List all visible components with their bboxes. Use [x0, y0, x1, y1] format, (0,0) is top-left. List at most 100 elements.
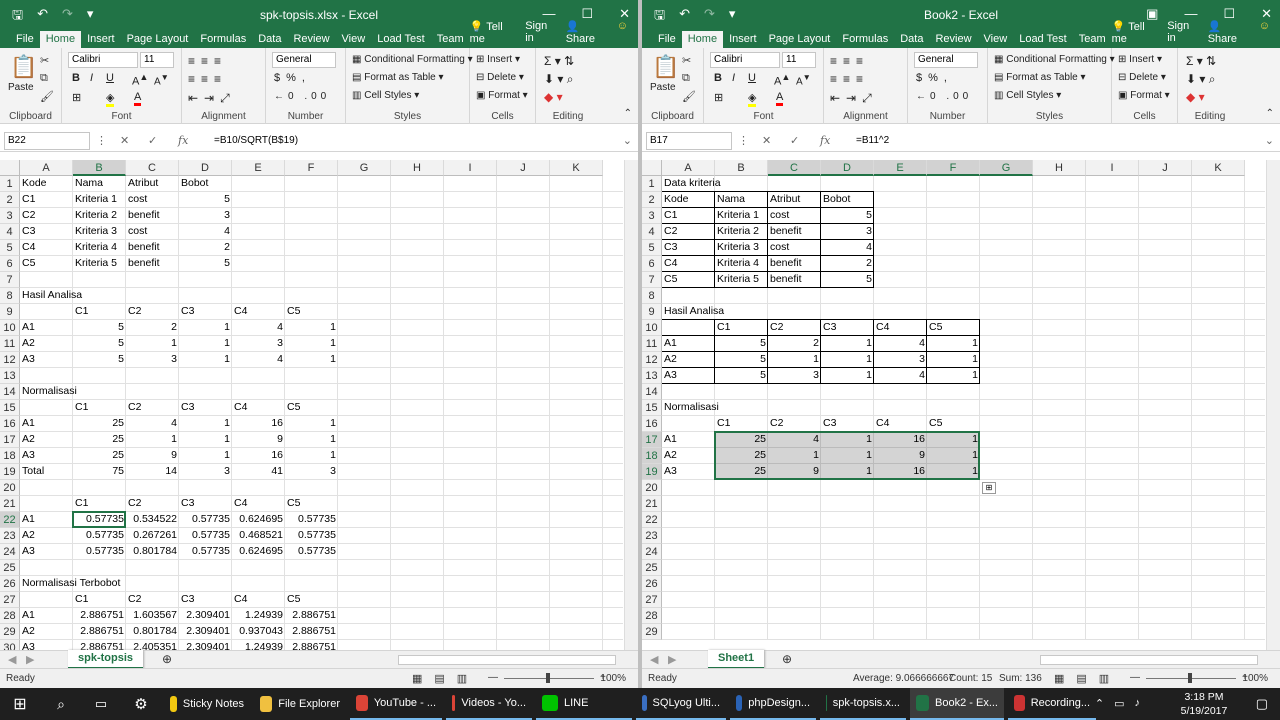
cell[interactable] [715, 608, 768, 624]
font-color-icon[interactable]: A [134, 91, 142, 106]
cell[interactable]: 1 [179, 352, 232, 368]
smiley-icon[interactable]: ☺ [1259, 20, 1270, 45]
delete-button[interactable]: ⊟ Delete ▾ [476, 72, 524, 83]
zoom-level[interactable]: 100% [1242, 673, 1268, 684]
row-header[interactable]: 11 [642, 336, 662, 352]
cell[interactable] [821, 384, 874, 400]
volume-icon[interactable]: ♪ [1135, 697, 1141, 710]
tab-view[interactable]: View [978, 31, 1014, 48]
cell[interactable] [821, 496, 874, 512]
cell[interactable] [179, 288, 232, 304]
row-header[interactable]: 6 [642, 256, 662, 272]
cell[interactable] [715, 528, 768, 544]
font-size-select[interactable]: 11 [782, 52, 816, 68]
cell[interactable]: 5 [821, 208, 874, 224]
copy-icon[interactable]: ⧉ [40, 72, 48, 85]
row-header[interactable]: 21 [0, 496, 20, 512]
cell[interactable]: C5 [285, 400, 338, 416]
cell[interactable] [662, 592, 715, 608]
row-header[interactable]: 17 [0, 432, 20, 448]
cell[interactable]: Kriteria 1 [715, 208, 768, 224]
expand-formula-icon[interactable]: ⌄ [623, 134, 632, 147]
cell[interactable]: 5 [73, 320, 126, 336]
cell[interactable] [874, 304, 927, 320]
cell[interactable]: benefit [768, 256, 821, 272]
cut-icon[interactable]: ✂ [40, 54, 49, 67]
cell[interactable] [927, 528, 980, 544]
cell[interactable] [662, 480, 715, 496]
cell[interactable] [821, 592, 874, 608]
cell[interactable]: 0.57735 [179, 512, 232, 528]
cell[interactable] [768, 560, 821, 576]
cell[interactable]: C1 [715, 320, 768, 336]
row-header[interactable]: 9 [0, 304, 20, 320]
cell[interactable] [874, 496, 927, 512]
cell[interactable]: 0.57735 [73, 528, 126, 544]
cell[interactable] [874, 480, 927, 496]
row-header[interactable]: 24 [0, 544, 20, 560]
cell[interactable] [20, 272, 73, 288]
network-icon[interactable]: ▭ [1114, 697, 1124, 710]
cell[interactable] [232, 256, 285, 272]
cell[interactable]: benefit [126, 208, 179, 224]
cell[interactable]: 1 [126, 432, 179, 448]
row-header[interactable]: 16 [0, 416, 20, 432]
cell[interactable]: 4 [126, 416, 179, 432]
cell[interactable]: C5 [285, 304, 338, 320]
cell[interactable]: A2 [662, 448, 715, 464]
paste-button[interactable]: Paste [8, 82, 34, 93]
cell[interactable] [232, 224, 285, 240]
cell[interactable]: 0.534522 [126, 512, 179, 528]
cell[interactable] [232, 272, 285, 288]
row-header[interactable]: 18 [642, 448, 662, 464]
view-buttons[interactable]: ▦▤▥ [1054, 672, 1121, 685]
column-header-e[interactable]: E [874, 160, 927, 176]
row-header[interactable]: 12 [0, 352, 20, 368]
cell[interactable] [232, 240, 285, 256]
cell[interactable]: 5 [73, 352, 126, 368]
underline-icon[interactable]: U [748, 72, 756, 84]
cell[interactable]: Hasil Analisa [20, 288, 82, 304]
cell[interactable] [715, 592, 768, 608]
tab-file[interactable]: File [652, 31, 682, 48]
cell[interactable]: 4 [821, 240, 874, 256]
horizontal-align-icons[interactable]: ≡≡≡ [188, 72, 227, 86]
cell[interactable]: 4 [232, 352, 285, 368]
row-header[interactable]: 13 [642, 368, 662, 384]
cell[interactable] [874, 544, 927, 560]
cell[interactable]: C4 [232, 496, 285, 512]
cell[interactable]: C3 [179, 304, 232, 320]
cell[interactable]: 5 [715, 368, 768, 384]
cell[interactable]: 2.309401 [179, 624, 232, 640]
expand-formula-icon[interactable]: ⌄ [1265, 134, 1274, 147]
cell[interactable] [927, 384, 980, 400]
cell[interactable] [874, 400, 927, 416]
cell[interactable] [768, 176, 821, 192]
cell[interactable]: A1 [662, 432, 715, 448]
shrink-font-icon[interactable]: A▼ [154, 72, 169, 87]
formula-menu-icon[interactable]: ⋮ [738, 134, 749, 147]
row-header[interactable]: 19 [642, 464, 662, 480]
cell[interactable]: C2 [126, 400, 179, 416]
cell[interactable]: C2 [126, 592, 179, 608]
cell[interactable]: 1 [821, 352, 874, 368]
find-icon[interactable]: ⌕ [1209, 72, 1216, 86]
grow-font-icon[interactable]: A▲ [774, 72, 790, 88]
format-painter-icon[interactable]: 🖌 [682, 90, 696, 103]
taskbar-item[interactable]: File Explorer [254, 688, 346, 720]
row-header[interactable]: 15 [0, 400, 20, 416]
format-painter-icon[interactable]: 🖌 [40, 90, 54, 103]
cell[interactable]: 3 [179, 208, 232, 224]
row-header[interactable]: 4 [642, 224, 662, 240]
enter-icon[interactable]: ✓ [790, 134, 799, 147]
tab-review[interactable]: Review [287, 31, 335, 48]
cell[interactable]: C2 [20, 208, 73, 224]
cell[interactable] [232, 208, 285, 224]
cell[interactable] [768, 384, 821, 400]
cell[interactable] [126, 480, 179, 496]
borders-icon[interactable]: ⊞ [714, 91, 723, 104]
row-header[interactable]: 19 [0, 464, 20, 480]
cell[interactable] [874, 208, 927, 224]
cell[interactable] [715, 512, 768, 528]
cell[interactable] [73, 384, 126, 400]
